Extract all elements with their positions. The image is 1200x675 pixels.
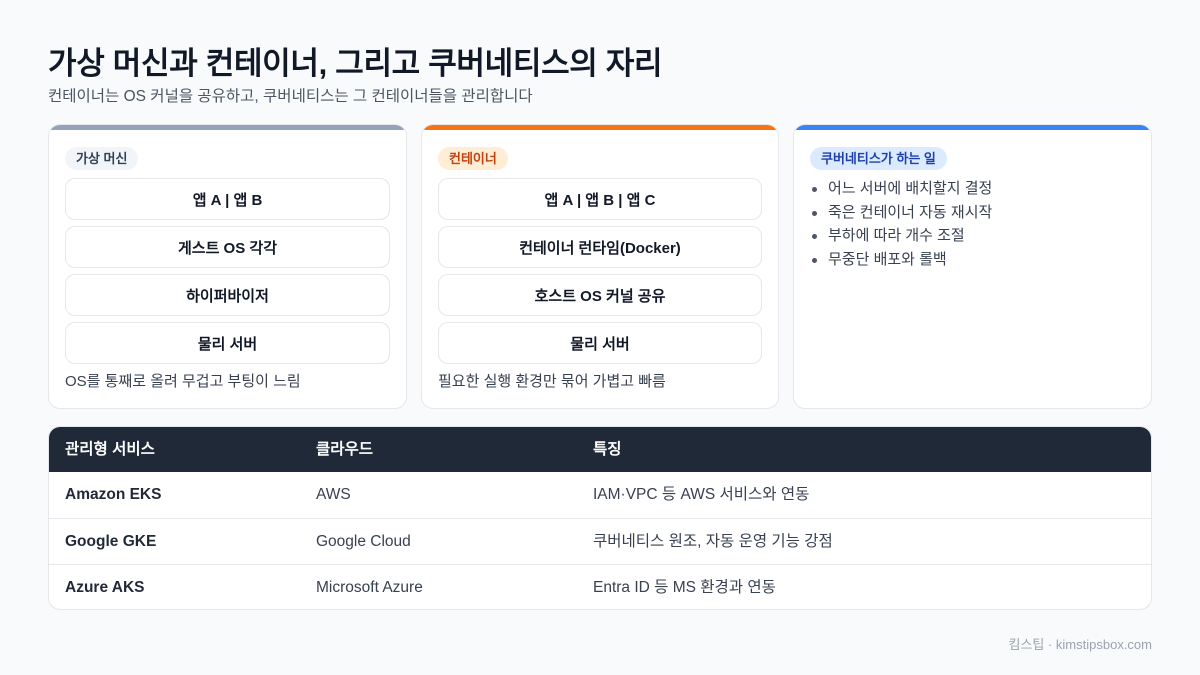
managed-services-table: 관리형 서비스 클라우드 특징 Amazon EKS AWS IAM·VPC 등… — [48, 426, 1152, 610]
table-row: Azure AKS Microsoft Azure Entra ID 등 MS … — [49, 564, 1151, 609]
container-layer-host-kernel: 호스트 OS 커널 공유 — [438, 274, 762, 316]
k8s-list-item: 어느 서버에 배치할지 결정 — [811, 177, 992, 201]
cell-feature: IAM·VPC 등 AWS 서비스와 연동 — [593, 486, 810, 503]
column-header-service: 관리형 서비스 — [65, 441, 155, 458]
k8s-list-item: 무중단 배포와 롤백 — [811, 248, 992, 272]
k8s-list-item: 부하에 따라 개수 조절 — [811, 224, 992, 248]
container-layer-apps: 앱 A | 앱 B | 앱 C — [438, 178, 762, 220]
table-row: Google GKE Google Cloud 쿠버네티스 원조, 자동 운영 … — [49, 518, 1151, 564]
cell-cloud: AWS — [316, 486, 351, 503]
container-stack: 앱 A | 앱 B | 앱 C 컨테이너 런타임(Docker) 호스트 OS … — [438, 178, 762, 370]
k8s-tag: 쿠버네티스가 하는 일 — [810, 147, 947, 170]
k8s-list-item: 죽은 컨테이너 자동 재시작 — [811, 201, 992, 225]
container-tag: 컨테이너 — [438, 147, 508, 170]
container-card-accent — [422, 125, 778, 130]
cell-service: Amazon EKS — [65, 486, 162, 503]
cell-feature: Entra ID 등 MS 환경과 연동 — [593, 579, 776, 596]
footer-credit: 킴스팁 · kimstipsbox.com — [1008, 637, 1152, 652]
vm-layer-hypervisor: 하이퍼바이저 — [65, 274, 390, 316]
cell-service: Azure AKS — [65, 579, 145, 596]
container-layer-runtime: 컨테이너 런타임(Docker) — [438, 226, 762, 268]
vm-tag: 가상 머신 — [65, 147, 139, 170]
table-row: Amazon EKS AWS IAM·VPC 등 AWS 서비스와 연동 — [49, 472, 1151, 518]
container-layer-hardware: 물리 서버 — [438, 322, 762, 364]
k8s-card: 쿠버네티스가 하는 일 어느 서버에 배치할지 결정 죽은 컨테이너 자동 재시… — [793, 124, 1152, 409]
cell-cloud: Google Cloud — [316, 533, 411, 550]
page-title: 가상 머신과 컨테이너, 그리고 쿠버네티스의 자리 — [48, 46, 663, 81]
table-header: 관리형 서비스 클라우드 특징 — [49, 427, 1151, 472]
vm-note: OS를 통째로 올려 무겁고 부팅이 느림 — [65, 373, 301, 390]
vm-layer-hardware: 물리 서버 — [65, 322, 390, 364]
column-header-cloud: 클라우드 — [316, 441, 374, 458]
cell-feature: 쿠버네티스 원조, 자동 운영 기능 강점 — [593, 533, 833, 550]
vm-stack: 앱 A | 앱 B 게스트 OS 각각 하이퍼바이저 물리 서버 — [65, 178, 390, 370]
container-note: 필요한 실행 환경만 묶어 가볍고 빠름 — [438, 373, 666, 390]
k8s-card-accent — [794, 125, 1151, 130]
column-header-feature: 특징 — [593, 441, 622, 458]
vm-layer-guest-os: 게스트 OS 각각 — [65, 226, 390, 268]
cell-cloud: Microsoft Azure — [316, 579, 423, 596]
vm-card-accent — [49, 125, 406, 130]
k8s-list: 어느 서버에 배치할지 결정 죽은 컨테이너 자동 재시작 부하에 따라 개수 … — [811, 177, 992, 272]
cell-service: Google GKE — [65, 533, 157, 550]
vm-layer-apps: 앱 A | 앱 B — [65, 178, 390, 220]
container-card: 컨테이너 앱 A | 앱 B | 앱 C 컨테이너 런타임(Docker) 호스… — [421, 124, 779, 409]
vm-card: 가상 머신 앱 A | 앱 B 게스트 OS 각각 하이퍼바이저 물리 서버 O… — [48, 124, 407, 409]
page-subtitle: 컨테이너는 OS 커널을 공유하고, 쿠버네티스는 그 컨테이너들을 관리합니다 — [48, 88, 533, 105]
